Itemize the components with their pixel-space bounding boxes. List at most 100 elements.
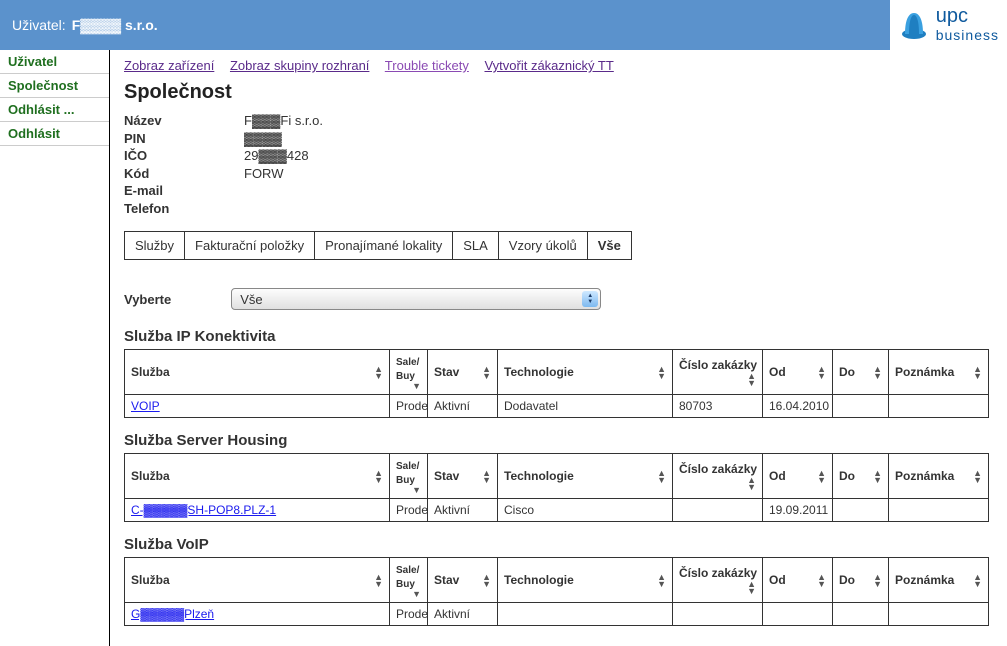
sidebar-item-odhlasit[interactable]: Odhlásit: [0, 122, 109, 146]
brand-name: upc: [936, 5, 968, 27]
sort-icon: ▲▼: [374, 574, 383, 588]
sort-icon: ▲▼: [657, 470, 666, 484]
cell-od: [763, 603, 833, 626]
cell-do: [833, 395, 889, 418]
sort-icon: ▲▼: [482, 574, 491, 588]
th-sluzba[interactable]: Služba▲▼: [125, 350, 390, 395]
th-poz[interactable]: Poznámka▲▼: [889, 558, 989, 603]
upc-logo-icon: [898, 9, 930, 41]
cell-zak: [673, 499, 763, 522]
th-zak[interactable]: Číslo zakázky▲▼: [673, 558, 763, 603]
th-sluzba[interactable]: Služba▲▼: [125, 454, 390, 499]
th-stav[interactable]: Stav▲▼: [428, 558, 498, 603]
tab-pronaj-lokality[interactable]: Pronajímané lokality: [315, 232, 453, 259]
sort-icon: ▲▼: [747, 477, 756, 491]
cell-poz: [889, 603, 989, 626]
table-row: VOIPProdejAktivníDodavatel8070316.04.201…: [125, 395, 989, 418]
app-header: Uživatel: F▓▓▓▓ s.r.o. upc business: [0, 0, 1007, 50]
filter-select[interactable]: Vše ▲▼: [231, 288, 601, 310]
data-table: Služba▲▼Sale/Buy▼Stav▲▼Technologie▲▼Čísl…: [124, 557, 989, 626]
sidebar-item-spolecnost[interactable]: Společnost: [0, 74, 109, 98]
cell-sb: Prodej: [390, 499, 428, 522]
filter-select-value: Vše: [240, 292, 262, 307]
sort-icon: ▲▼: [374, 470, 383, 484]
service-link[interactable]: VOIP: [131, 399, 160, 413]
data-table: Služba▲▼Sale/Buy▼Stav▲▼Technologie▲▼Čísl…: [124, 453, 989, 522]
service-link[interactable]: G▓▓▓▓▓Plzeň: [131, 607, 214, 621]
detail-value-kod: FORW: [244, 165, 283, 183]
detail-label-pin: PIN: [124, 130, 244, 148]
tab-vzory-ukolu[interactable]: Vzory úkolů: [499, 232, 588, 259]
tab-sla[interactable]: SLA: [453, 232, 499, 259]
sort-icon: ▲▼: [747, 581, 756, 595]
th-do[interactable]: Do▲▼: [833, 350, 889, 395]
filter-label: Vyberte: [124, 292, 171, 307]
sidebar-item-uzivatel[interactable]: Uživatel: [0, 50, 109, 74]
detail-label-email: E-mail: [124, 182, 244, 200]
table-row: G▓▓▓▓▓PlzeňProdejAktivní: [125, 603, 989, 626]
service-link[interactable]: C-▓▓▓▓▓SH-POP8.PLZ-1: [131, 503, 276, 517]
section-title: Služba VoIP: [124, 536, 993, 553]
th-salebuy[interactable]: Sale/Buy▼: [390, 350, 428, 395]
cell-od: 16.04.2010: [763, 395, 833, 418]
filter-row: Vyberte Vše ▲▼: [124, 288, 993, 310]
th-do[interactable]: Do▲▼: [833, 558, 889, 603]
th-od[interactable]: Od▲▼: [763, 350, 833, 395]
cell-tech: Cisco: [498, 499, 673, 522]
tabs: Služby Fakturační položky Pronajímané lo…: [124, 231, 632, 260]
tab-fakt-polozky[interactable]: Fakturační položky: [185, 232, 315, 259]
th-stav[interactable]: Stav▲▼: [428, 454, 498, 499]
sort-icon: ▲▼: [817, 470, 826, 484]
section-title: Služba IP Konektivita: [124, 328, 993, 345]
company-details: NázevF▓▓▓Fi s.r.o. PIN▓▓▓▓ IČO29▓▓▓428 K…: [124, 112, 993, 217]
th-tech[interactable]: Technologie▲▼: [498, 558, 673, 603]
link-vytvorit-tt[interactable]: Vytvořit zákaznický TT: [484, 58, 613, 73]
table-row: C-▓▓▓▓▓SH-POP8.PLZ-1 ProdejAktivníCisco 19…: [125, 499, 989, 522]
th-tech[interactable]: Technologie▲▼: [498, 454, 673, 499]
brand-text: upc business: [936, 7, 999, 43]
th-salebuy[interactable]: Sale/Buy▼: [390, 558, 428, 603]
th-tech[interactable]: Technologie▲▼: [498, 350, 673, 395]
sort-icon: ▲▼: [973, 574, 982, 588]
header-user-company: F▓▓▓▓ s.r.o.: [72, 17, 158, 33]
detail-label-kod: Kód: [124, 165, 244, 183]
sort-down-icon: ▼: [412, 383, 421, 390]
tab-vse[interactable]: Vše: [588, 232, 631, 259]
th-stav[interactable]: Stav▲▼: [428, 350, 498, 395]
tab-sluzby[interactable]: Služby: [125, 232, 185, 259]
detail-value-pin: ▓▓▓▓: [244, 130, 282, 148]
th-do[interactable]: Do▲▼: [833, 454, 889, 499]
th-salebuy[interactable]: Sale/Buy▼: [390, 454, 428, 499]
detail-label-ico: IČO: [124, 147, 244, 165]
sort-icon: ▲▼: [747, 373, 756, 387]
cell-od: 19.09.2011: [763, 499, 833, 522]
th-sluzba[interactable]: Služba▲▼: [125, 558, 390, 603]
cell-tech: [498, 603, 673, 626]
th-poz[interactable]: Poznámka▲▼: [889, 454, 989, 499]
cell-zak: [673, 603, 763, 626]
cell-stav: Aktivní: [428, 395, 498, 418]
th-poz[interactable]: Poznámka▲▼: [889, 350, 989, 395]
sort-icon: ▲▼: [482, 470, 491, 484]
sort-icon: ▲▼: [973, 366, 982, 380]
cell-sb: Prodej: [390, 603, 428, 626]
sort-icon: ▲▼: [657, 574, 666, 588]
select-arrows-icon: ▲▼: [582, 291, 598, 307]
sidebar-item-odhlasit-dots[interactable]: Odhlásit ...: [0, 98, 109, 122]
brand-logo: upc business: [890, 0, 1007, 50]
header-user: Uživatel: F▓▓▓▓ s.r.o.: [12, 17, 158, 33]
link-zobraz-skupiny[interactable]: Zobraz skupiny rozhraní: [230, 58, 369, 73]
th-od[interactable]: Od▲▼: [763, 558, 833, 603]
sort-icon: ▲▼: [873, 470, 882, 484]
cell-do: [833, 603, 889, 626]
detail-value-ico: 29▓▓▓428: [244, 147, 309, 165]
th-zak[interactable]: Číslo zakázky▲▼: [673, 454, 763, 499]
th-zak[interactable]: Číslo zakázky▲▼: [673, 350, 763, 395]
sort-icon: ▲▼: [817, 366, 826, 380]
link-zobraz-zarizeni[interactable]: Zobraz zařízení: [124, 58, 214, 73]
sort-icon: ▲▼: [973, 470, 982, 484]
th-od[interactable]: Od▲▼: [763, 454, 833, 499]
cell-stav: Aktivní: [428, 499, 498, 522]
header-user-label: Uživatel:: [12, 17, 66, 33]
link-trouble-tickety[interactable]: Trouble tickety: [385, 58, 469, 73]
